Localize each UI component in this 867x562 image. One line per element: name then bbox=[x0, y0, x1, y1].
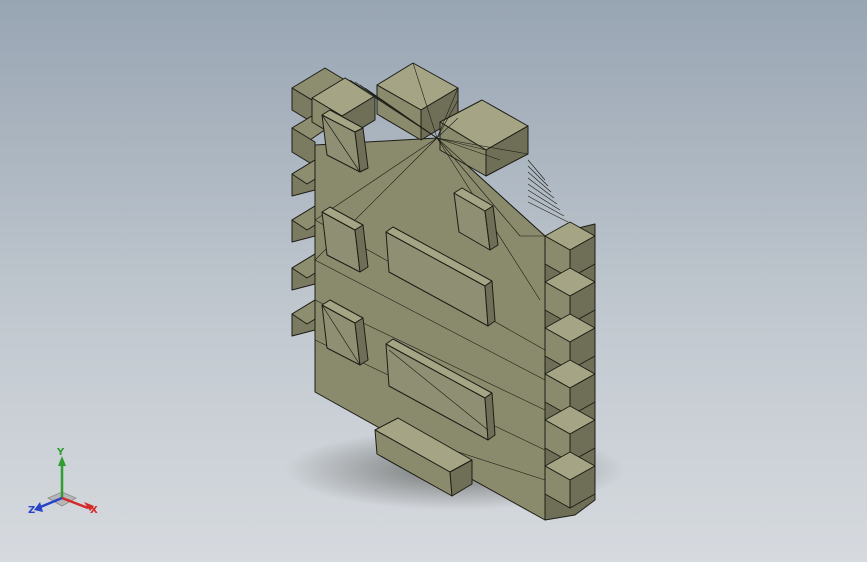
graphics-viewport[interactable]: Y X Z bbox=[0, 0, 867, 562]
coordinate-triad[interactable]: Y X Z bbox=[26, 448, 106, 520]
axis-y-label: Y bbox=[57, 447, 65, 458]
axis-x-label: X bbox=[90, 505, 98, 516]
axis-z-label: Z bbox=[28, 505, 36, 516]
3d-model-view[interactable] bbox=[0, 0, 867, 562]
